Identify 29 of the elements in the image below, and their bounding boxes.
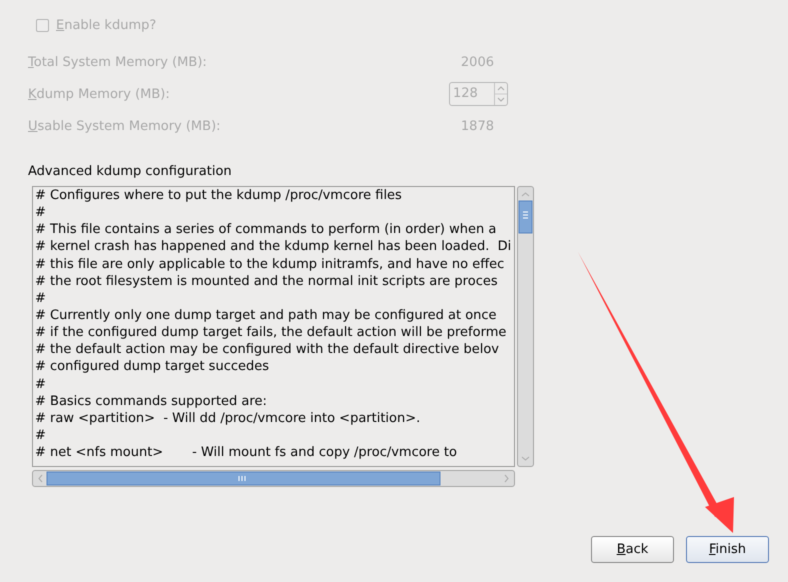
config-line: # configured dump target succedes [35,358,270,376]
vertical-scrollbar[interactable] [517,186,534,467]
horizontal-scrollbar[interactable] [32,470,515,487]
config-line: # the default action may be configured with the default directive belov [35,341,500,358]
config-line: # the root filesystem is mounted and the normal init scripts are proces [35,272,499,290]
config-line: # if the configured dump target fails, the default action will be preforme [35,324,508,342]
config-line: # Currently only one dump target and path may be configured at once [35,306,498,324]
config-line: # This file contains a series of commands to perform (in order) when a [35,221,498,238]
config-line: # kernel crash has happened and the kdump kernel has been loaded. Di [35,238,512,256]
memory-label: Kdump Memory (MB): [28,86,170,102]
config-line: # Basics commands supported are: [35,392,268,410]
config-line: # [35,204,47,222]
finish-button[interactable]: Finish [686,536,769,563]
config-text-area[interactable] [32,186,515,467]
config-line: # raw <partition> - Will dd /proc/vmcore into <partition>. [35,410,422,427]
memory-value: 1878 [460,118,494,134]
back-button[interactable]: Back [591,536,674,563]
config-line: # [35,376,47,393]
advanced-config-label: Advanced kdump configuration [28,164,233,180]
config-line: # Configures where to put the kdump /proc/vmcore files [35,187,403,204]
config-line: # [35,290,47,307]
memory-label: Usable System Memory (MB): [28,118,221,134]
config-line: # net <nfs mount> - Will mount fs and copy /proc/vmcore to [35,444,458,462]
stepper-arrows-icon[interactable] [494,83,507,105]
config-line: # [35,426,47,444]
memory-value: 2006 [460,54,494,70]
config-line: # this file are only applicable to the kdump initramfs, and have no effec [35,256,506,273]
enable-kdump-label: Enable kdump? [56,18,156,32]
memory-label: Total System Memory (MB): [28,54,207,70]
